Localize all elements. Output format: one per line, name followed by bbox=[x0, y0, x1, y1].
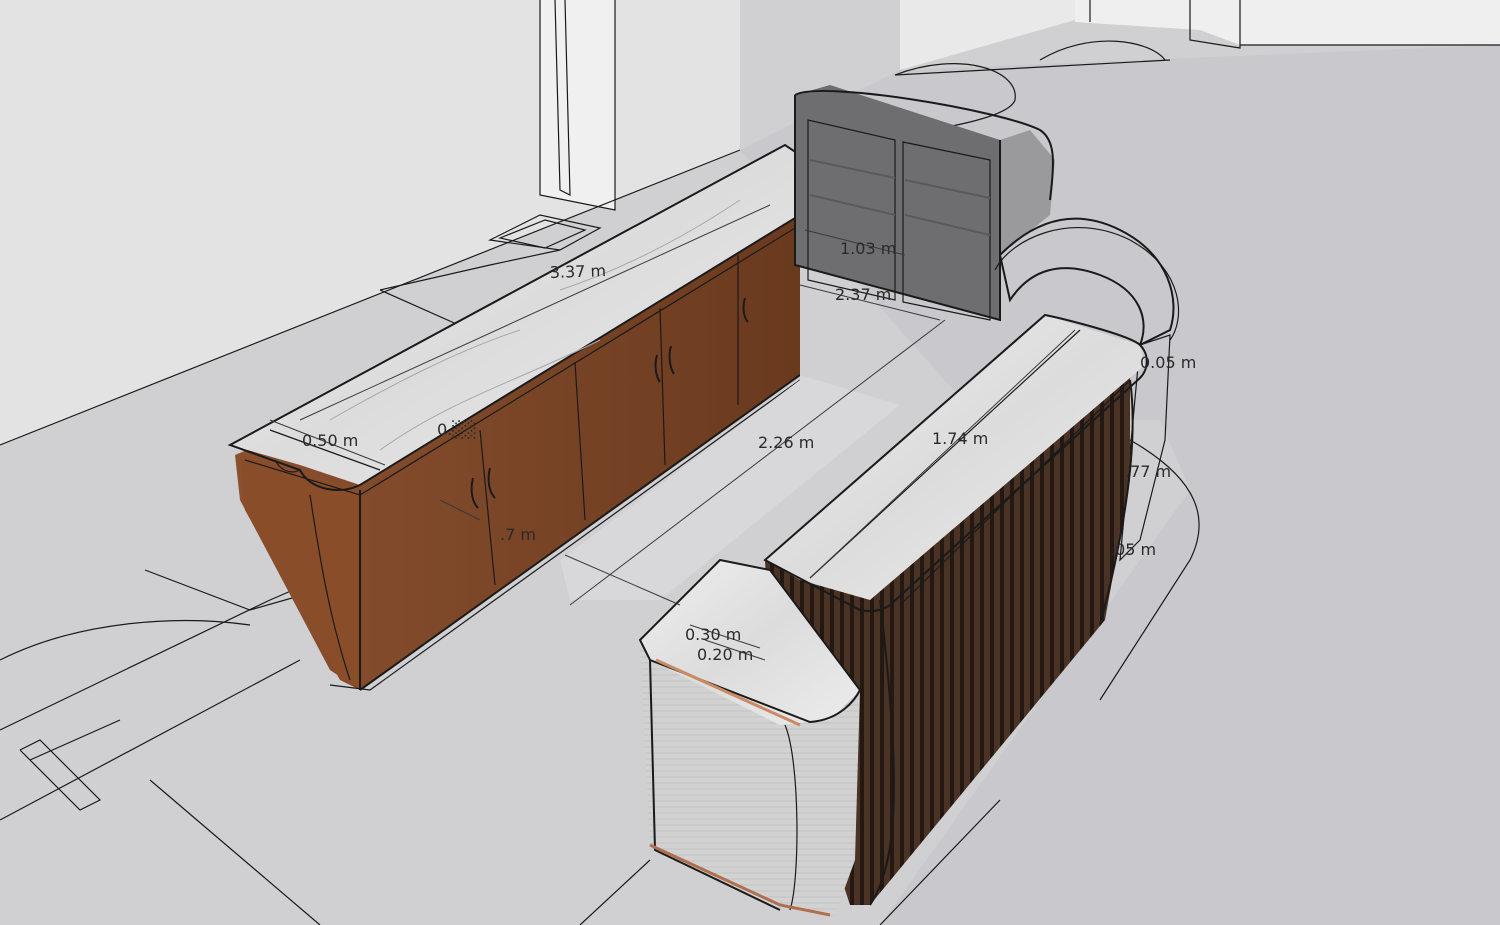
dim-label-partial-a: 0.░░ bbox=[437, 419, 477, 439]
dim-label-1-03: 1.03 m bbox=[840, 239, 896, 258]
wall-pillar bbox=[540, 0, 615, 210]
dim-label-2-37: 2.37 m bbox=[835, 285, 891, 304]
dim-label-1-74: 1.74 m bbox=[932, 429, 988, 448]
dim-label-partial-d: 0.05 m bbox=[1140, 353, 1196, 372]
sketchup-viewport[interactable]: 3.37 m 1.03 m 2.37 m 0.50 m 2.26 m 1.74 … bbox=[0, 0, 1500, 925]
dim-label-3-37: 3.37 m bbox=[549, 261, 606, 282]
dim-label-partial-e: .7 m bbox=[500, 525, 536, 544]
model-canvas: 3.37 m 1.03 m 2.37 m 0.50 m 2.26 m 1.74 … bbox=[0, 0, 1500, 925]
dim-label-0-20: 0.20 m bbox=[697, 645, 753, 664]
dim-label-0-30: 0.30 m bbox=[685, 625, 741, 644]
dim-label-partial-b: .77 m bbox=[1125, 462, 1171, 481]
dim-label-0-50: 0.50 m bbox=[302, 431, 358, 450]
dim-label-partial-c: .05 m bbox=[1110, 540, 1156, 559]
dim-label-2-26: 2.26 m bbox=[758, 433, 814, 452]
